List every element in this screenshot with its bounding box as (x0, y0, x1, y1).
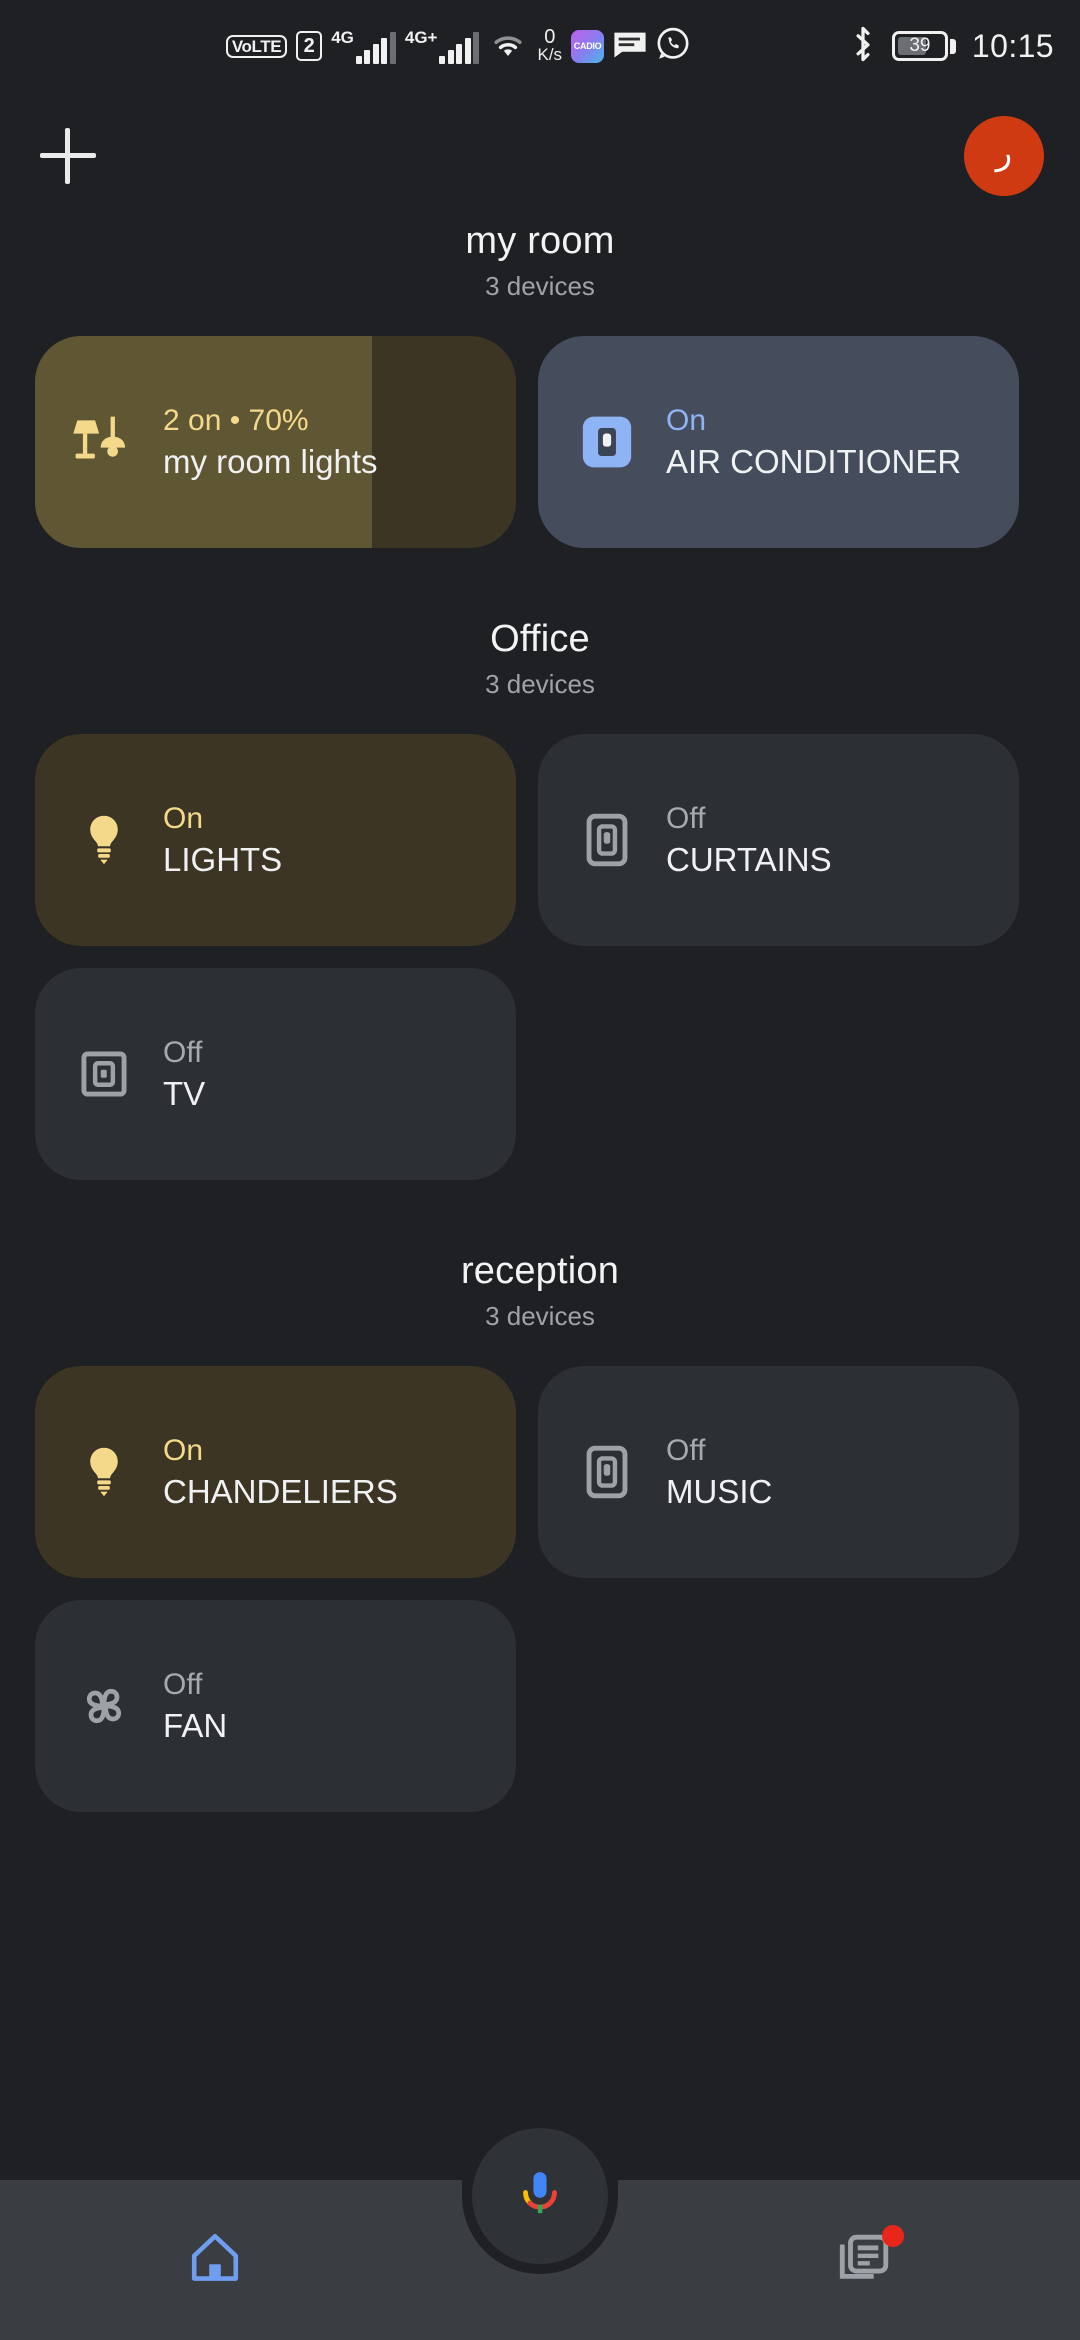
switch-icon (570, 405, 644, 479)
wifi-icon (488, 28, 528, 65)
room-title: my room (465, 220, 615, 262)
nav-tab-feed[interactable] (650, 2224, 1080, 2292)
room-section-my-room: my room 3 devices 2 on • 70% my room lig… (0, 220, 1080, 548)
battery-indicator: 39 (891, 31, 956, 61)
phone-screen: VoLTE 2 4G 4G+ 0 K/s CADIO 39 10:15 ر my… (0, 0, 1080, 2340)
add-device-button[interactable] (40, 128, 96, 184)
nav-tab-home[interactable] (0, 2229, 430, 2292)
signal-bars-1-icon (355, 31, 396, 64)
device-name: FAN (163, 1707, 228, 1745)
room-device-count: 3 devices (485, 1301, 595, 1331)
bulb-icon (67, 1435, 141, 1509)
fan-icon (67, 1669, 141, 1743)
network-speed-indicator: 0 K/s (537, 27, 563, 65)
signal-sim2: 4G+ (405, 29, 480, 64)
google-assistant-button[interactable] (472, 2128, 608, 2264)
room-header: Office 3 devices (0, 618, 1080, 700)
device-grid: On CHANDELIERS Off MUSIC Off FAN (0, 1366, 1080, 1812)
room-section-reception: reception 3 devices On CHANDELIERS Off M… (0, 1250, 1080, 1812)
room-section-office: Office 3 devices On LIGHTS Off CURTAINS … (0, 618, 1080, 1180)
device-name: TV (163, 1075, 206, 1113)
device-state: On (666, 403, 707, 437)
battery-level-label: 39 (909, 35, 931, 56)
network-speed-unit: K/s (537, 45, 563, 65)
device-state: Off (666, 1433, 706, 1467)
account-avatar[interactable]: ر (964, 116, 1044, 196)
rooms-list: my room 3 devices 2 on • 70% my room lig… (0, 220, 1080, 1812)
device-state: 2 on • 70% (163, 403, 309, 437)
home-icon (186, 2229, 244, 2292)
room-header: reception 3 devices (0, 1250, 1080, 1332)
device-state: On (163, 1433, 204, 1467)
device-card-office-lights[interactable]: On LIGHTS (35, 734, 516, 946)
status-bar-clock: 10:15 (971, 27, 1054, 64)
network-type-2-label: 4G+ (404, 27, 438, 47)
room-device-count: 3 devices (485, 669, 595, 699)
top-action-bar: ر (0, 92, 1080, 220)
device-name: CHANDELIERS (163, 1473, 398, 1511)
device-name: CURTAINS (666, 841, 832, 879)
device-grid: 2 on • 70% my room lights On AIR CONDITI… (0, 336, 1080, 548)
device-card-music[interactable]: Off MUSIC (538, 1366, 1019, 1578)
status-bar-right-icons: 39 10:15 (850, 26, 1054, 67)
signal-bars-2-icon (439, 31, 480, 64)
status-bar: VoLTE 2 4G 4G+ 0 K/s CADIO 39 10:15 (0, 0, 1080, 92)
signal-sim1: 4G (331, 29, 396, 64)
cadio-app-notification-icon: CADIO (571, 29, 605, 63)
switch-icon (67, 1037, 141, 1111)
google-assistant-mic-icon (512, 2166, 568, 2227)
device-name: LIGHTS (163, 841, 283, 879)
device-card-chandeliers[interactable]: On CHANDELIERS (35, 1366, 516, 1578)
device-state: On (163, 801, 204, 835)
room-title: Office (490, 618, 590, 660)
device-state: Off (163, 1667, 203, 1701)
room-header: my room 3 devices (0, 220, 1080, 302)
status-bar-left-icons: VoLTE 2 4G 4G+ 0 K/s CADIO (66, 27, 850, 66)
device-state: Off (666, 801, 706, 835)
notification-badge (882, 2224, 904, 2247)
switch-icon (570, 1435, 644, 1509)
sim-2-icon: 2 (296, 31, 323, 61)
device-state: Off (163, 1035, 203, 1069)
device-name: MUSIC (666, 1473, 773, 1511)
switch-icon (570, 803, 644, 877)
room-device-count: 3 devices (485, 271, 595, 301)
bluetooth-icon (850, 26, 876, 67)
device-card-fan[interactable]: Off FAN (35, 1600, 516, 1812)
battery-icon: 39 (891, 31, 948, 61)
device-name: my room lights (163, 443, 378, 481)
bottom-navigation-bar (0, 2106, 1080, 2340)
whatsapp-notification-icon (656, 27, 690, 66)
device-card-curtains[interactable]: Off CURTAINS (538, 734, 1019, 946)
lamp-icon (67, 405, 141, 479)
device-card-tv[interactable]: Off TV (35, 968, 516, 1180)
message-notification-icon (613, 29, 647, 64)
feed-icon (836, 2224, 904, 2292)
device-name: AIR CONDITIONER (666, 443, 962, 481)
device-grid: On LIGHTS Off CURTAINS Off TV (0, 734, 1080, 1180)
network-type-1-label: 4G (331, 27, 354, 47)
device-card-air-conditioner[interactable]: On AIR CONDITIONER (538, 336, 1019, 548)
room-title: reception (460, 1250, 620, 1292)
volte-icon: VoLTE (225, 34, 288, 58)
bulb-icon (67, 803, 141, 877)
device-card-my-room-lights[interactable]: 2 on • 70% my room lights (35, 336, 516, 548)
